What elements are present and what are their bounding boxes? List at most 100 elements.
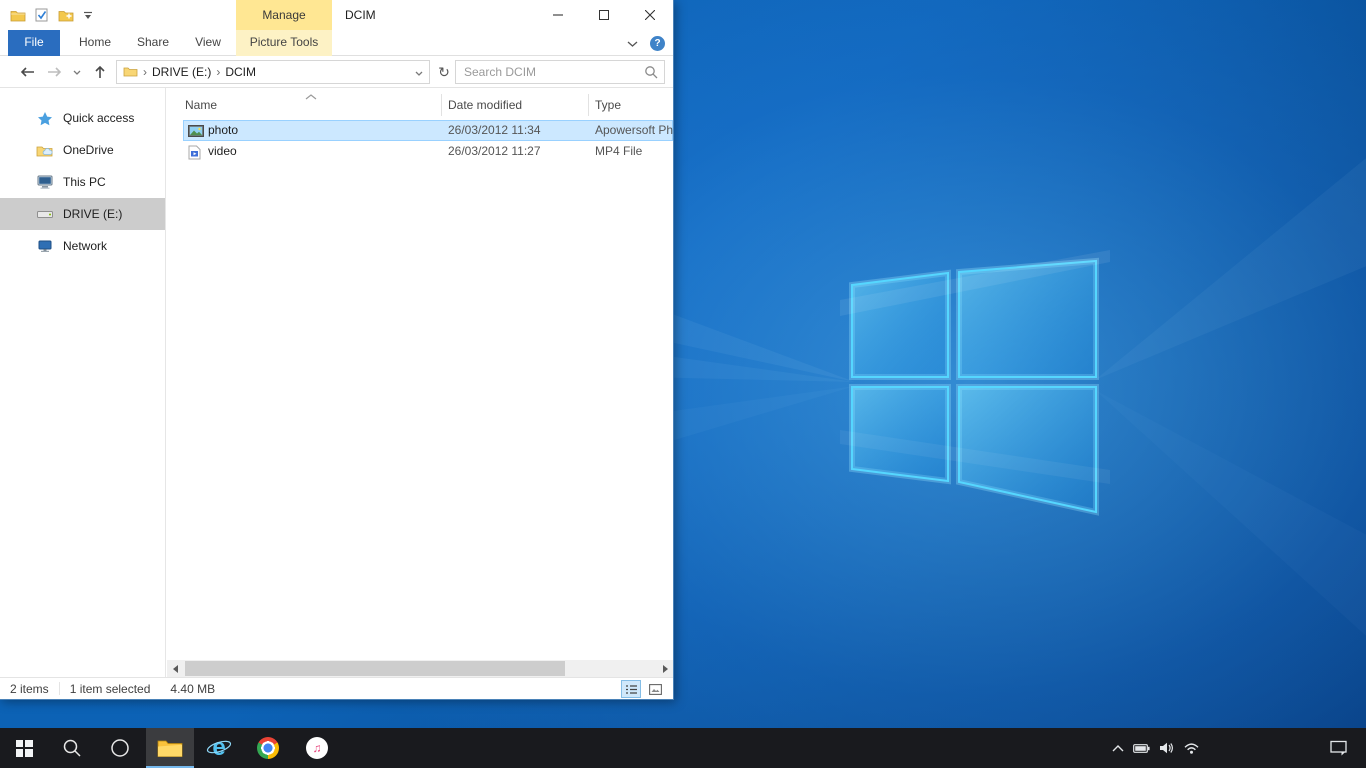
file-list: Name Date modified Type photo 26/03/2012… <box>167 88 673 660</box>
file-type: MP4 File <box>595 141 673 162</box>
sidebar-item-label: DRIVE (E:) <box>63 207 122 221</box>
breadcrumb-separator-icon[interactable]: › <box>216 65 220 79</box>
search-icon[interactable] <box>644 65 658 79</box>
back-button[interactable] <box>16 56 38 88</box>
file-row-video[interactable]: video 26/03/2012 11:27 MP4 File <box>183 141 673 162</box>
titlebar: Manage DCIM <box>0 0 673 30</box>
address-toolbar: › DRIVE (E:) › DCIM ↻ <box>0 56 673 88</box>
windows-start-icon <box>16 740 33 757</box>
caption-buttons <box>535 0 673 30</box>
sidebar-item-this-pc[interactable]: This PC <box>0 166 165 198</box>
maximize-button[interactable] <box>581 0 627 30</box>
volume-icon[interactable] <box>1159 742 1175 754</box>
star-icon <box>36 111 53 126</box>
address-bar[interactable]: › DRIVE (E:) › DCIM <box>116 60 430 84</box>
folder-icon <box>123 65 138 80</box>
file-type: Apowersoft Pho <box>595 120 673 141</box>
tab-picture-tools[interactable]: Picture Tools <box>236 30 332 56</box>
selection-size: 4.40 MB <box>160 682 225 696</box>
scroll-left-icon[interactable] <box>167 660 184 677</box>
breadcrumb-dcim[interactable]: DCIM <box>225 65 256 79</box>
file-name: photo <box>208 120 443 141</box>
window-body: Quick access OneDrive This PC <box>0 88 673 677</box>
video-file-icon <box>188 144 201 160</box>
new-folder-icon[interactable] <box>58 9 74 22</box>
file-date-modified: 26/03/2012 11:27 <box>448 141 588 162</box>
breadcrumb-separator-icon[interactable]: › <box>143 65 147 79</box>
network-icon <box>36 240 53 253</box>
column-headers: Name Date modified Type <box>167 88 673 120</box>
expand-ribbon-icon[interactable] <box>627 36 638 50</box>
wifi-network-icon[interactable] <box>1184 743 1199 754</box>
scroll-right-icon[interactable] <box>656 660 673 677</box>
sidebar-item-quick-access[interactable]: Quick access <box>0 102 165 134</box>
sidebar-item-network[interactable]: Network <box>0 230 165 262</box>
navigation-pane: Quick access OneDrive This PC <box>0 88 166 677</box>
scrollbar-thumb[interactable] <box>185 661 565 676</box>
search-input[interactable] <box>456 62 644 82</box>
sidebar-item-label: This PC <box>63 175 106 189</box>
ribbon-tab-row: File Home Share View Picture Tools ? <box>0 30 673 56</box>
customize-qat-icon[interactable] <box>83 11 93 20</box>
minimize-button[interactable] <box>535 0 581 30</box>
tab-view[interactable]: View <box>186 30 230 56</box>
column-divider[interactable] <box>588 94 589 116</box>
recent-locations-icon[interactable] <box>70 56 84 88</box>
explorer-window: Manage DCIM File Home Share View Picture… <box>0 0 674 700</box>
selection-count: 1 item selected <box>60 682 161 696</box>
search-box <box>455 60 665 84</box>
column-divider[interactable] <box>441 94 442 116</box>
horizontal-scrollbar[interactable] <box>167 660 673 677</box>
tab-home[interactable]: Home <box>72 30 118 56</box>
start-button[interactable] <box>0 728 48 768</box>
action-center-icon <box>1330 740 1347 756</box>
help-icon[interactable]: ? <box>650 36 665 51</box>
cortana-button[interactable] <box>96 728 144 768</box>
status-bar: 2 items 1 item selected 4.40 MB <box>0 677 673 699</box>
taskbar-file-explorer-button[interactable] <box>146 728 194 768</box>
properties-icon[interactable] <box>35 8 49 22</box>
computer-icon <box>36 175 53 189</box>
tab-share[interactable]: Share <box>128 30 178 56</box>
sidebar-item-drive-e[interactable]: DRIVE (E:) <box>0 198 165 230</box>
breadcrumb-drive[interactable]: DRIVE (E:) <box>152 65 211 79</box>
taskbar: e ♫ <box>0 728 1366 768</box>
close-button[interactable] <box>627 0 673 30</box>
details-view-button[interactable] <box>621 680 641 698</box>
tab-file[interactable]: File <box>8 30 60 56</box>
action-center-button[interactable] <box>1324 728 1352 768</box>
quick-access-toolbar <box>10 0 93 30</box>
taskbar-itunes-button[interactable]: ♫ <box>293 728 341 768</box>
up-button[interactable] <box>90 56 110 88</box>
taskbar-internet-explorer-button[interactable]: e <box>195 728 243 768</box>
internet-explorer-icon: e <box>206 735 232 761</box>
battery-icon[interactable] <box>1133 744 1150 753</box>
file-explorer-icon <box>157 738 183 758</box>
refresh-icon[interactable]: ↻ <box>433 56 455 88</box>
column-header-date-modified[interactable]: Date modified <box>448 88 586 120</box>
sidebar-item-onedrive[interactable]: OneDrive <box>0 134 165 166</box>
system-tray <box>1112 728 1199 768</box>
explorer-logo-icon[interactable] <box>10 9 26 22</box>
file-row-photo[interactable]: photo 26/03/2012 11:34 Apowersoft Pho <box>183 120 673 141</box>
screen: Manage DCIM File Home Share View Picture… <box>0 0 1366 768</box>
manage-contextual-tab[interactable]: Manage <box>236 0 332 30</box>
item-count: 2 items <box>0 682 59 696</box>
sidebar-item-label: Quick access <box>63 111 134 125</box>
taskbar-chrome-button[interactable] <box>244 728 292 768</box>
file-date-modified: 26/03/2012 11:34 <box>448 120 588 141</box>
address-dropdown-icon[interactable] <box>415 65 423 79</box>
chrome-icon <box>257 737 279 759</box>
drive-icon <box>36 211 53 218</box>
tray-expand-icon[interactable] <box>1112 745 1124 752</box>
thumbnails-view-button[interactable] <box>645 680 665 698</box>
search-icon <box>62 738 82 758</box>
column-header-name[interactable]: Name <box>185 88 440 120</box>
itunes-icon: ♫ <box>306 737 328 759</box>
photo-file-icon <box>188 123 204 139</box>
forward-button[interactable] <box>44 56 66 88</box>
column-header-type[interactable]: Type <box>595 88 673 120</box>
cortana-icon <box>110 738 130 758</box>
sidebar-item-label: OneDrive <box>63 143 114 157</box>
taskbar-search-button[interactable] <box>48 728 96 768</box>
